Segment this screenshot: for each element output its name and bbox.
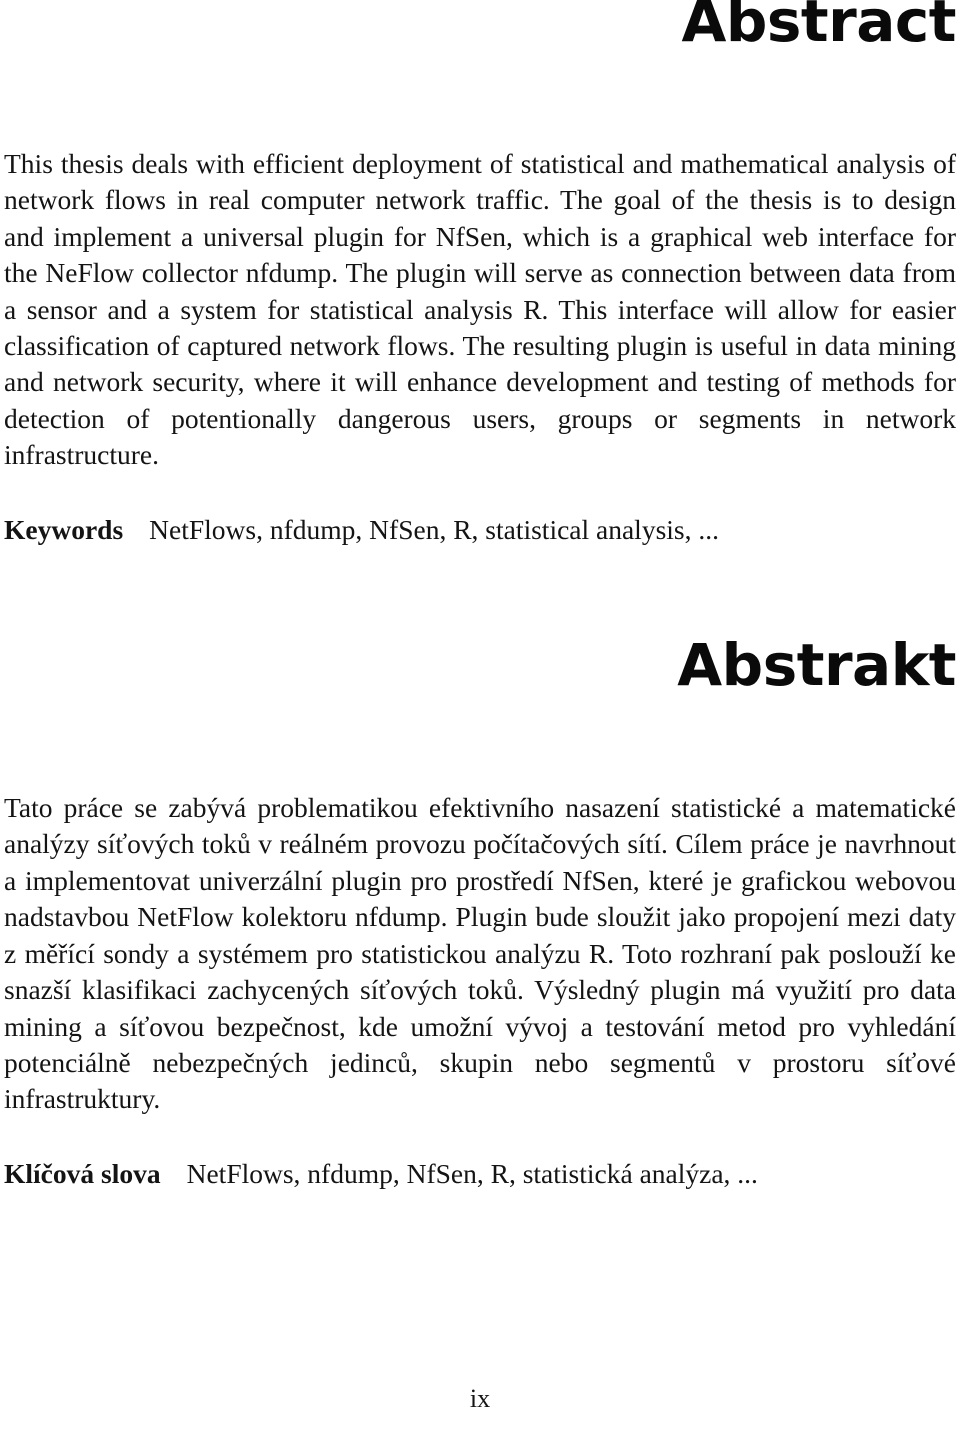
document-page: Abstract This thesis deals with efficien… [0, 0, 960, 1430]
keywords-value-english: NetFlows, nfdump, NfSen, R, statistical … [149, 513, 719, 545]
keywords-label-english: Keywords [4, 513, 124, 545]
page-content: Abstract This thesis deals with efficien… [4, 0, 957, 1192]
abstract-heading-czech: Abstrakt [677, 631, 956, 700]
keywords-row-english: Keywords NetFlows, nfdump, NfSen, R, sta… [4, 512, 956, 548]
abstract-paragraph-czech: Tato práce se zabývá problematikou efekt… [4, 792, 956, 1115]
keywords-label-czech: Klíčová slova [4, 1157, 161, 1189]
abstract-heading-english: Abstract [681, 0, 956, 55]
keywords-value-czech: NetFlows, nfdump, NfSen, R, statistická … [186, 1157, 758, 1189]
keywords-row-czech: Klíčová slova NetFlows, nfdump, NfSen, R… [4, 1156, 956, 1192]
abstract-paragraph-english: This thesis deals with efficient deploym… [4, 148, 956, 471]
page-number: ix [469, 1384, 491, 1413]
